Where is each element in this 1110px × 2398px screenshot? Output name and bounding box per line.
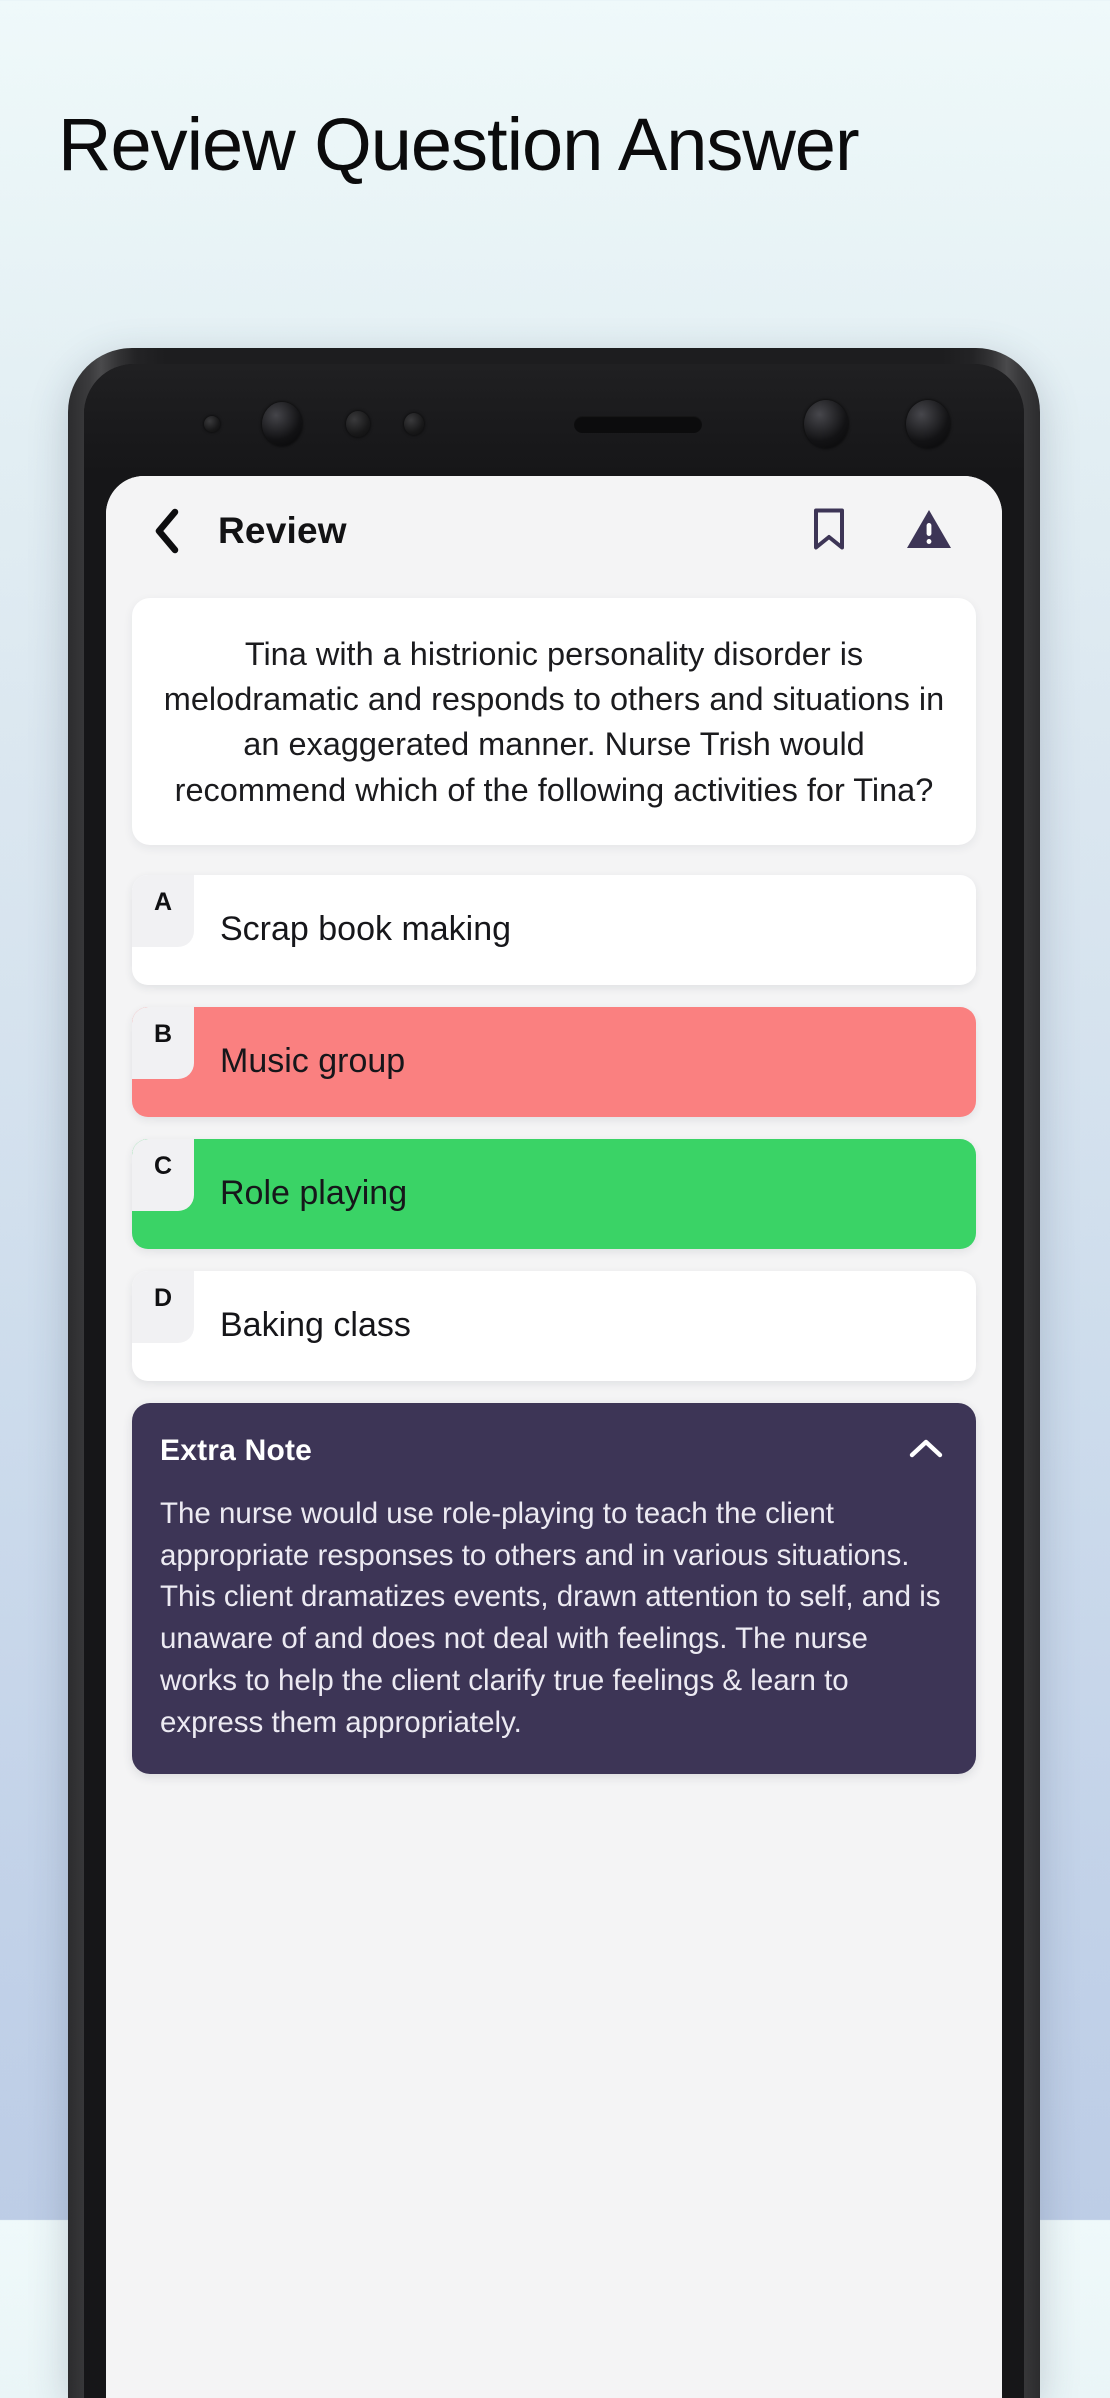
app-header-title: Review xyxy=(218,510,347,551)
phone-mockup-frame: Review Tina with a histrionic personalit… xyxy=(68,348,1040,2398)
extra-note-header[interactable]: Extra Note xyxy=(160,1429,948,1493)
answer-options-list: A Scrap book making B Music group C Role… xyxy=(132,874,976,1381)
earpiece-speaker xyxy=(574,416,702,433)
extra-note-collapse-button[interactable] xyxy=(904,1429,948,1473)
answer-option-c[interactable]: C Role playing xyxy=(132,1138,976,1249)
phone-bezel: Review Tina with a histrionic personalit… xyxy=(84,364,1024,2398)
extra-note-body: The nurse would use role-playing to teac… xyxy=(160,1496,941,1740)
front-camera-icon xyxy=(262,402,302,446)
question-text: Tina with a histrionic personality disor… xyxy=(163,636,945,808)
iris-scanner-icon xyxy=(804,400,848,448)
chevron-left-icon xyxy=(152,508,182,554)
option-letter-badge: C xyxy=(132,1138,194,1211)
report-question-button[interactable] xyxy=(898,500,960,562)
extra-note-card: Extra Note The nurse would use role-play… xyxy=(132,1402,976,1774)
sensor-icon xyxy=(204,416,220,432)
light-sensor-icon xyxy=(404,413,424,435)
answer-option-d[interactable]: D Baking class xyxy=(132,1270,976,1381)
bookmark-button[interactable] xyxy=(798,500,860,562)
phone-screen: Review Tina with a histrionic personalit… xyxy=(106,476,1002,2398)
option-letter-badge: B xyxy=(132,1006,194,1079)
warning-triangle-icon xyxy=(905,507,953,556)
proximity-sensor-icon xyxy=(346,411,370,437)
app-header-bar: Review xyxy=(106,476,1002,586)
review-content: Tina with a histrionic personality disor… xyxy=(106,586,1002,1774)
answer-option-b[interactable]: B Music group xyxy=(132,1006,976,1117)
secondary-camera-icon xyxy=(906,400,950,448)
question-card: Tina with a histrionic personality disor… xyxy=(132,598,976,845)
back-button[interactable] xyxy=(138,502,196,560)
answer-option-a[interactable]: A Scrap book making xyxy=(132,874,976,985)
phone-notch-bar xyxy=(84,364,1024,476)
page-title: Review Question Answer xyxy=(58,103,860,186)
extra-note-title: Extra Note xyxy=(160,1433,313,1467)
option-letter-badge: A xyxy=(132,874,194,947)
bookmark-icon xyxy=(812,507,846,556)
chevron-up-icon xyxy=(909,1437,943,1464)
option-letter-badge: D xyxy=(132,1270,194,1343)
